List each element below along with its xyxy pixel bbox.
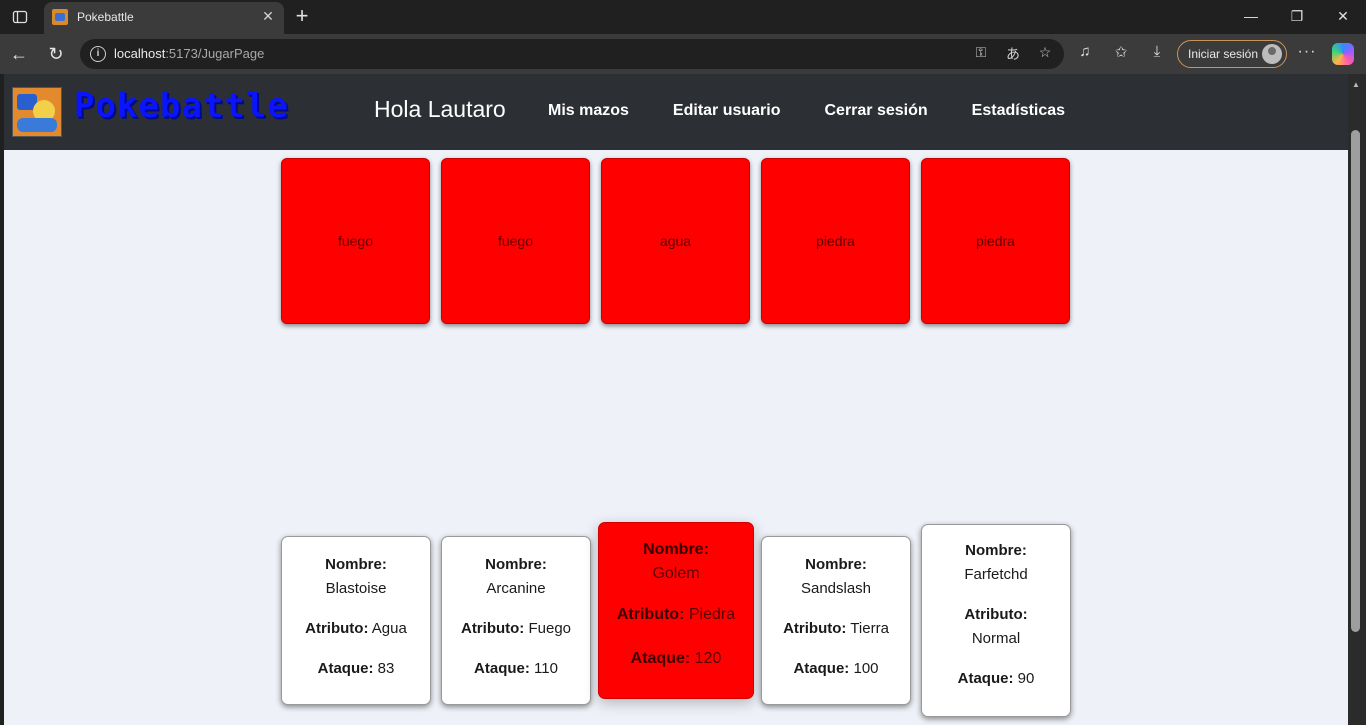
enemy-card: fuego bbox=[281, 158, 430, 324]
card-name-value: Blastoise bbox=[325, 580, 387, 597]
nav-editar-usuario[interactable]: Editar usuario bbox=[673, 102, 781, 120]
card-name-label: Nombre: bbox=[325, 556, 387, 573]
card-name-value: Farfetchd bbox=[964, 566, 1028, 583]
card-name-label: Nombre: bbox=[805, 556, 867, 573]
player-card[interactable]: Nombre: Sandslash Atributo: Tierra Ataqu… bbox=[761, 536, 911, 705]
card-attribute: Atributo: Fuego bbox=[460, 620, 572, 637]
card-attribute: Atributo: Piedra bbox=[616, 606, 736, 623]
toolbar-icons: ♫ ✩ ⤓ bbox=[1074, 43, 1168, 61]
read-aloud-icon[interactable]: あ bbox=[1004, 44, 1022, 64]
signin-label: Iniciar sesión bbox=[1188, 47, 1259, 61]
card-name-value: Arcanine bbox=[486, 580, 546, 597]
site-header: Pokebattle Hola Lautaro Mis mazos Editar… bbox=[4, 74, 1348, 150]
browser-tab[interactable]: Pokebattle ✕ bbox=[44, 2, 284, 34]
card-attack: Ataque: 110 bbox=[474, 660, 558, 677]
card-name-label: Nombre: bbox=[485, 556, 547, 573]
more-options-icon[interactable]: ··· bbox=[1296, 43, 1318, 61]
browser-toolbar: ← ↻ i localhost:5173/JugarPage ⚿ あ ☆ ♫ ✩… bbox=[0, 34, 1366, 74]
brand-title: Pokebattle bbox=[74, 86, 289, 126]
new-tab-icon[interactable]: + bbox=[290, 4, 314, 28]
address-bar-icons: ⚿ あ ☆ bbox=[972, 44, 1054, 64]
address-bar[interactable]: i localhost:5173/JugarPage ⚿ あ ☆ bbox=[80, 39, 1064, 69]
restore-icon[interactable]: ❐ bbox=[1274, 0, 1320, 32]
card-name-value: Golem bbox=[652, 565, 700, 582]
back-icon[interactable]: ← bbox=[8, 43, 30, 65]
greeting-text: Hola Lautaro bbox=[374, 96, 506, 122]
card-name-label: Nombre: bbox=[643, 541, 709, 558]
enemy-cards-row: fuego fuego agua piedra piedra bbox=[281, 158, 1070, 324]
close-window-icon[interactable]: ✕ bbox=[1320, 0, 1366, 32]
reload-icon[interactable]: ↻ bbox=[45, 43, 67, 65]
card-attack: Ataque: 100 bbox=[793, 660, 879, 677]
nav-cerrar-sesion[interactable]: Cerrar sesión bbox=[825, 102, 928, 120]
window-controls: — ❐ ✕ bbox=[1228, 0, 1366, 32]
card-attack: Ataque: 83 bbox=[317, 660, 395, 677]
player-card[interactable]: Nombre: Blastoise Atributo: Agua Ataque:… bbox=[281, 536, 431, 705]
url-host: localhost bbox=[114, 46, 166, 61]
player-card[interactable]: Nombre: Arcanine Atributo: Fuego Ataque:… bbox=[441, 536, 591, 705]
card-name-value: Sandslash bbox=[800, 580, 872, 597]
copilot-icon[interactable] bbox=[1332, 43, 1354, 65]
card-attribute-value: Normal bbox=[971, 630, 1021, 647]
profile-avatar-icon bbox=[1262, 44, 1282, 64]
enemy-card: piedra bbox=[761, 158, 910, 324]
tab-actions-icon[interactable] bbox=[10, 7, 30, 27]
favorite-star-icon[interactable]: ☆ bbox=[1036, 44, 1054, 64]
downloads-icon[interactable]: ⤓ bbox=[1146, 43, 1168, 61]
url-text[interactable]: localhost:5173/JugarPage bbox=[114, 46, 264, 61]
pokebattle-favicon-icon bbox=[52, 9, 68, 25]
main-nav: Mis mazos Editar usuario Cerrar sesión E… bbox=[548, 102, 1109, 120]
scrollbar-thumb[interactable] bbox=[1351, 130, 1360, 632]
minimize-icon[interactable]: — bbox=[1228, 0, 1274, 32]
card-attack: Ataque: 120 bbox=[630, 650, 722, 667]
nav-estadisticas[interactable]: Estadísticas bbox=[972, 102, 1065, 120]
enemy-card: fuego bbox=[441, 158, 590, 324]
close-tab-icon[interactable]: ✕ bbox=[260, 8, 276, 25]
page-scrollbar[interactable]: ▲ bbox=[1348, 74, 1366, 725]
card-attribute: Atributo: Tierra bbox=[783, 620, 889, 637]
tab-title: Pokebattle bbox=[77, 10, 134, 24]
card-attribute-label: Atributo: bbox=[964, 606, 1028, 623]
url-path: :5173/JugarPage bbox=[165, 46, 265, 61]
pokebattle-logo-image bbox=[12, 87, 62, 137]
enemy-card: piedra bbox=[921, 158, 1070, 324]
scroll-up-icon[interactable]: ▲ bbox=[1352, 80, 1360, 89]
card-name-label: Nombre: bbox=[965, 542, 1027, 559]
signin-button[interactable]: Iniciar sesión bbox=[1177, 40, 1287, 68]
password-key-icon[interactable]: ⚿ bbox=[972, 44, 990, 64]
player-card[interactable]: Nombre: Farfetchd Atributo: Normal Ataqu… bbox=[921, 524, 1071, 717]
card-attribute: Atributo: Agua bbox=[305, 620, 407, 637]
player-card-selected[interactable]: Nombre: Golem Atributo: Piedra Ataque: 1… bbox=[598, 522, 754, 699]
card-attack: Ataque: 90 bbox=[957, 670, 1035, 687]
site-info-icon[interactable]: i bbox=[90, 46, 106, 62]
media-icon[interactable]: ♫ bbox=[1074, 43, 1096, 61]
browser-tab-bar: Pokebattle ✕ + — ❐ ✕ bbox=[0, 0, 1366, 34]
nav-mis-mazos[interactable]: Mis mazos bbox=[548, 102, 629, 120]
favorites-icon[interactable]: ✩ bbox=[1110, 43, 1132, 61]
page-viewport: Pokebattle Hola Lautaro Mis mazos Editar… bbox=[4, 74, 1348, 725]
enemy-card: agua bbox=[601, 158, 750, 324]
